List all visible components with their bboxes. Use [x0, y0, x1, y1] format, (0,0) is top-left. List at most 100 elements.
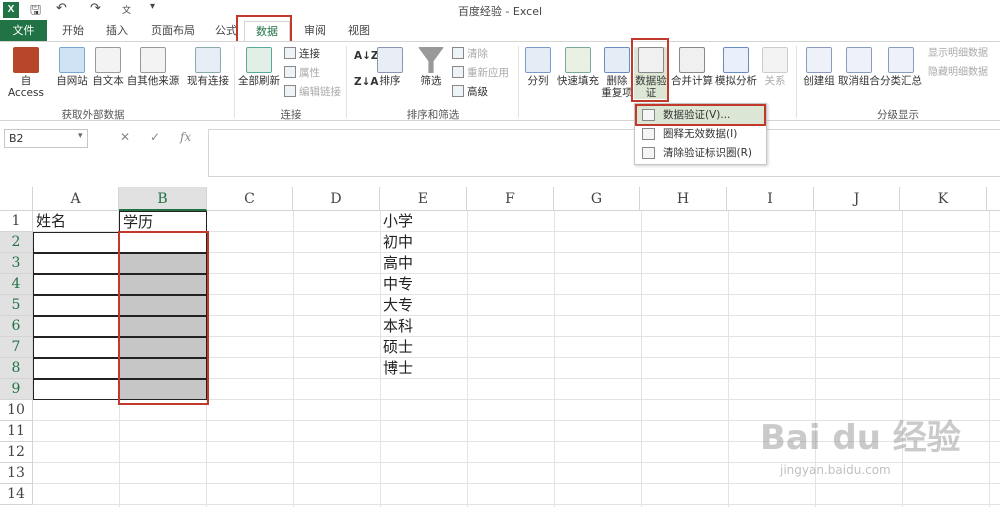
from-other-sources-button[interactable]: 自其他来源: [126, 47, 180, 87]
sort-button[interactable]: 排序: [376, 47, 404, 87]
row-header-3[interactable]: 3: [0, 253, 33, 274]
existing-connections-button[interactable]: 现有连接: [184, 47, 232, 87]
refresh-all-button[interactable]: 全部刷新: [236, 47, 282, 87]
row-header-1[interactable]: 1: [0, 211, 33, 232]
ribbon-separator: [518, 46, 519, 118]
col-header-j[interactable]: J: [814, 187, 900, 211]
subtotal-button[interactable]: 分类汇总: [880, 47, 922, 87]
menu-item-highlight: [635, 104, 766, 126]
filter-button[interactable]: 筛选: [414, 47, 448, 87]
text-file-icon: [95, 47, 121, 73]
flash-fill-icon: [565, 47, 591, 73]
row-header-9[interactable]: 9: [0, 379, 33, 400]
col-header-h[interactable]: H: [640, 187, 727, 211]
split-icon: [525, 47, 551, 73]
col-header-c[interactable]: C: [207, 187, 293, 211]
tab-review[interactable]: 审阅: [296, 21, 334, 41]
consolidate-button[interactable]: 合并计算: [670, 47, 714, 87]
menu-item-circle-invalid[interactable]: 圈释无效数据(I): [637, 125, 765, 143]
relationships-button[interactable]: 关系: [760, 47, 790, 87]
cell-a3[interactable]: [33, 253, 119, 274]
row-header-6[interactable]: 6: [0, 316, 33, 337]
what-if-icon: [723, 47, 749, 73]
tab-page-layout[interactable]: 页面布局: [143, 21, 203, 41]
advanced-filter-button[interactable]: 高级: [452, 84, 488, 100]
cell-a7[interactable]: [33, 337, 119, 358]
cell-a4[interactable]: [33, 274, 119, 295]
filter-funnel-icon: [418, 47, 444, 73]
select-all-corner[interactable]: [0, 187, 33, 211]
col-header-d[interactable]: D: [293, 187, 380, 211]
row-header-10[interactable]: 10: [0, 400, 33, 421]
from-web-button[interactable]: 自网站: [54, 47, 90, 87]
cell-b1[interactable]: 学历: [119, 211, 207, 232]
row-header-14[interactable]: 14: [0, 484, 33, 505]
data-tab-highlight: [236, 15, 292, 43]
cell-e5[interactable]: 大专: [380, 295, 467, 316]
edit-links-icon: [284, 85, 296, 97]
row-header-5[interactable]: 5: [0, 295, 33, 316]
row-header-2[interactable]: 2: [0, 232, 33, 253]
cell-e3[interactable]: 高中: [380, 253, 467, 274]
from-access-button[interactable]: 自 Access: [4, 47, 48, 99]
connections-button[interactable]: 连接: [284, 46, 320, 62]
row-header-13[interactable]: 13: [0, 463, 33, 484]
col-header-i[interactable]: I: [727, 187, 814, 211]
enter-icon[interactable]: ✓: [150, 130, 160, 144]
what-if-analysis-button[interactable]: 模拟分析: [714, 47, 758, 87]
baidu-watermark: Bai du 经验: [760, 418, 961, 458]
sort-az-button[interactable]: A↓Z: [354, 48, 379, 64]
tab-file[interactable]: 文件: [0, 20, 47, 41]
cell-e7[interactable]: 硕士: [380, 337, 467, 358]
row-header-7[interactable]: 7: [0, 337, 33, 358]
cell-a5[interactable]: [33, 295, 119, 316]
edit-links-button[interactable]: 编辑链接: [284, 84, 341, 100]
tab-view[interactable]: 视图: [340, 21, 378, 41]
cell-e4[interactable]: 中专: [380, 274, 467, 295]
name-box-dropdown-icon[interactable]: ▾: [78, 131, 83, 141]
insert-function-icon[interactable]: fx: [180, 130, 191, 144]
remove-duplicates-button[interactable]: 删除 重复项: [600, 47, 634, 99]
cancel-icon[interactable]: ✕: [120, 130, 130, 144]
row-header-12[interactable]: 12: [0, 442, 33, 463]
col-header-b[interactable]: B: [119, 187, 207, 211]
name-box[interactable]: B2: [4, 129, 88, 148]
cell-e6[interactable]: 本科: [380, 316, 467, 337]
window-title: 百度经验 - Excel: [457, 5, 543, 18]
sort-za-button[interactable]: Z↓A: [354, 74, 379, 90]
cell-e8[interactable]: 博士: [380, 358, 467, 379]
col-header-k[interactable]: K: [900, 187, 987, 211]
col-header-g[interactable]: G: [554, 187, 640, 211]
col-header-f[interactable]: F: [467, 187, 554, 211]
show-detail-button[interactable]: 显示明细数据: [928, 46, 988, 62]
clear-filter-button[interactable]: 清除: [452, 46, 488, 62]
sort-icon: [377, 47, 403, 73]
cell-e2[interactable]: 初中: [380, 232, 467, 253]
flash-fill-button[interactable]: 快速填充: [556, 47, 600, 87]
reapply-button[interactable]: 重新应用: [452, 65, 509, 81]
hide-detail-button[interactable]: 隐藏明细数据: [928, 65, 988, 81]
cell-a6[interactable]: [33, 316, 119, 337]
cell-a2[interactable]: [33, 232, 119, 253]
group-button[interactable]: 创建组: [800, 47, 838, 87]
formula-input[interactable]: [208, 129, 1000, 177]
menu-item-clear-circles[interactable]: 清除验证标识圈(R): [637, 144, 765, 162]
cell-a1[interactable]: 姓名: [33, 211, 119, 232]
col-header-e[interactable]: E: [380, 187, 467, 211]
cell-a8[interactable]: [33, 358, 119, 379]
ungroup-button[interactable]: 取消组合: [838, 47, 880, 87]
col-header-overflow: [987, 187, 1000, 211]
ribbon: 自 Access 自网站 自文本 自其他来源 获取外部数据 现有连接 全部刷新 …: [0, 38, 1000, 121]
tab-insert[interactable]: 插入: [98, 21, 136, 41]
cell-e1[interactable]: 小学: [380, 211, 467, 232]
tab-home[interactable]: 开始: [54, 21, 92, 41]
from-text-button[interactable]: 自文本: [90, 47, 126, 87]
row-header-11[interactable]: 11: [0, 421, 33, 442]
text-to-columns-button[interactable]: 分列: [522, 47, 554, 87]
row-header-8[interactable]: 8: [0, 358, 33, 379]
col-header-a[interactable]: A: [33, 187, 119, 211]
properties-button[interactable]: 属性: [284, 65, 320, 81]
cell-a9[interactable]: [33, 379, 119, 400]
row-header-4[interactable]: 4: [0, 274, 33, 295]
consolidate-icon: [679, 47, 705, 73]
